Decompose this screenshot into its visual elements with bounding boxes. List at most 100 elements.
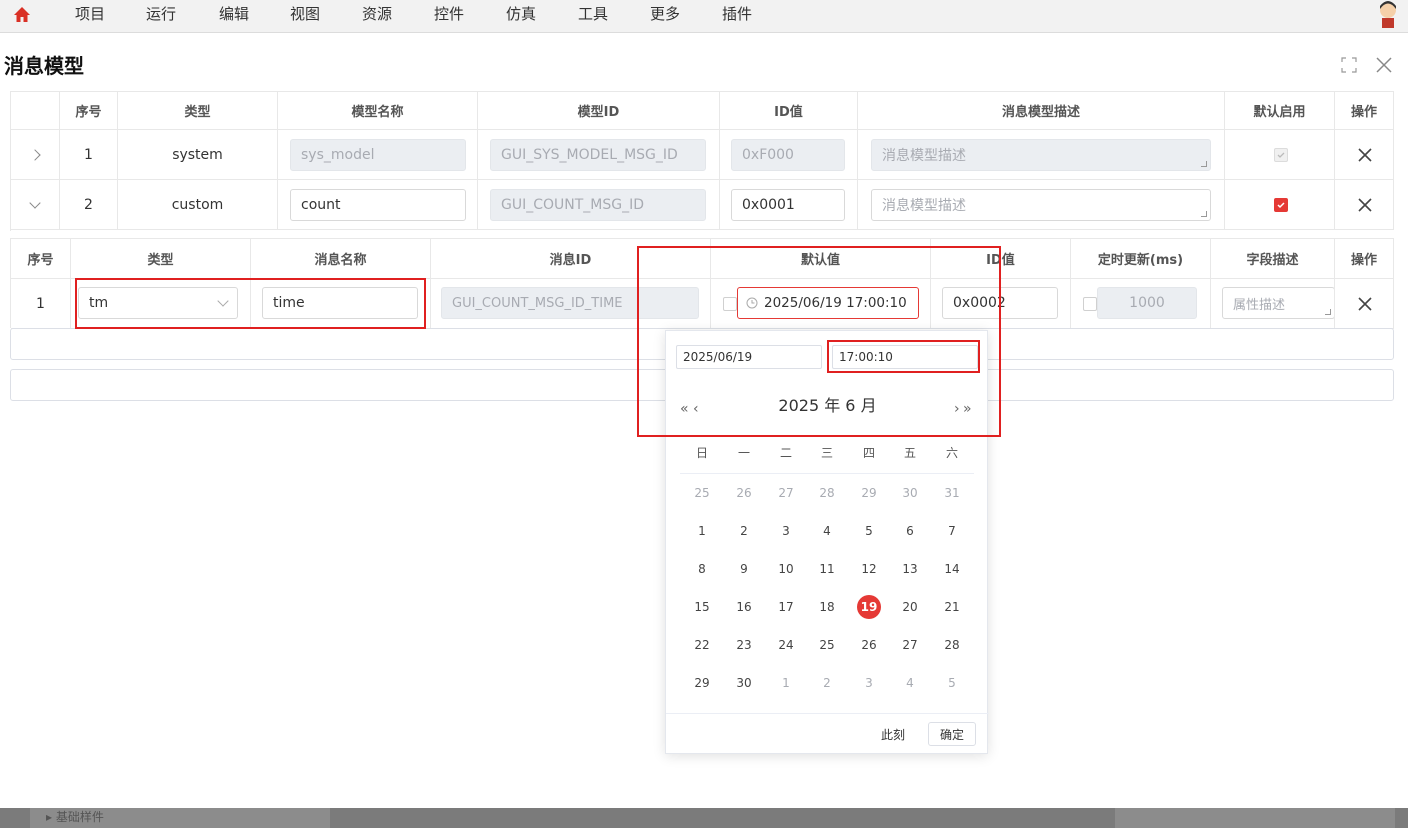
menu-item-tools[interactable]: 工具 [578,3,608,24]
calendar-day-other-month[interactable]: 31 [940,481,964,505]
check-icon [1277,152,1285,158]
avatar[interactable] [1376,0,1400,28]
calendar-day[interactable]: 26 [857,633,881,657]
calendar-day[interactable]: 30 [732,671,756,695]
calendar-day[interactable]: 18 [815,595,839,619]
datetime-input[interactable]: 2025/06/19 17:00:10 [737,287,919,319]
col-type: 类型 [118,92,278,130]
collapse-arrow-icon: ▸ [46,810,56,824]
calendar-day[interactable]: 27 [898,633,922,657]
field-description-textarea[interactable]: 属性描述 [1222,287,1334,319]
menu-item-project[interactable]: 项目 [75,3,105,24]
model-name-cell: sys_model [278,130,478,180]
message-name-input[interactable]: time [262,287,418,319]
id-value-input[interactable]: 0x0002 [942,287,1058,319]
description-textarea[interactable]: 消息模型描述 [871,189,1211,221]
calendar-day[interactable]: 17 [774,595,798,619]
calendar-day[interactable]: 13 [898,557,922,581]
menu-item-run[interactable]: 运行 [146,3,176,24]
weekday-label: 六 [945,446,958,460]
calendar-day[interactable]: 11 [815,557,839,581]
picker-month-title: 2025 年 6 月 [778,396,877,415]
calendar-day-selected[interactable]: 19 [857,595,881,619]
menu-item-view[interactable]: 视图 [290,3,320,24]
calendar-day-other-month[interactable]: 28 [815,481,839,505]
calendar-day[interactable]: 9 [732,557,756,581]
now-button[interactable]: 此刻 [881,726,905,743]
next-year-icon[interactable]: » [963,401,972,417]
col-default-value: 默认值 [711,239,931,279]
default-enabled-cell [1225,130,1335,180]
bottom-tab-label: 基础样件 [55,810,104,824]
calendar-day-other-month[interactable]: 26 [732,481,756,505]
weekday-label: 日 [695,446,708,460]
weekday-label: 二 [779,446,792,460]
delete-row-icon[interactable] [1357,197,1373,213]
menu-item-resource[interactable]: 资源 [362,3,392,24]
calendar-day[interactable]: 3 [774,519,798,543]
calendar-day[interactable]: 2 [732,519,756,543]
col-default-enabled: 默认启用 [1225,92,1335,130]
default-enabled-checkbox[interactable] [1274,198,1288,212]
type-select[interactable]: tm [78,287,238,319]
delete-field-icon[interactable] [1357,296,1373,312]
menu-item-edit[interactable]: 编辑 [219,3,249,24]
calendar-day[interactable]: 16 [732,595,756,619]
menu-item-simulation[interactable]: 仿真 [506,3,536,24]
calendar-day[interactable]: 25 [815,633,839,657]
col-id-value: ID值 [931,239,1071,279]
calendar-day-other-month[interactable]: 1 [774,671,798,695]
calendar-day[interactable]: 7 [940,519,964,543]
calendar-day-other-month[interactable]: 27 [774,481,798,505]
calendar-day[interactable]: 5 [857,519,881,543]
calendar-day-other-month[interactable]: 25 [690,481,714,505]
expand-toggle[interactable] [11,130,60,180]
col-timer: 定时更新(ms) [1071,239,1211,279]
id-value-input: 0xF000 [731,139,845,171]
calendar-day[interactable]: 14 [940,557,964,581]
calendar-day-other-month[interactable]: 2 [815,671,839,695]
timer-checkbox[interactable] [1083,297,1097,311]
calendar-day[interactable]: 24 [774,633,798,657]
weekday-divider [680,473,974,474]
resize-handle-icon [1325,309,1331,315]
calendar-day[interactable]: 22 [690,633,714,657]
calendar-day-other-month[interactable]: 5 [940,671,964,695]
menu-item-more[interactable]: 更多 [650,3,680,24]
home-icon[interactable] [12,5,32,25]
calendar-day[interactable]: 1 [690,519,714,543]
picker-time-input[interactable]: 17:00:10 [832,345,978,369]
row-index: 1 [60,130,118,180]
calendar-day[interactable]: 12 [857,557,881,581]
calendar-day[interactable]: 21 [940,595,964,619]
calendar-day[interactable]: 10 [774,557,798,581]
bottom-tab[interactable]: ▸ 基础样件 [30,808,330,828]
calendar-day-other-month[interactable]: 4 [898,671,922,695]
menu-item-plugins[interactable]: 插件 [722,3,752,24]
confirm-button[interactable]: 确定 [928,722,976,746]
calendar-day[interactable]: 20 [898,595,922,619]
expand-toggle[interactable] [11,180,60,230]
calendar-day[interactable]: 8 [690,557,714,581]
next-month-icon[interactable]: › [954,401,960,417]
delete-row-icon[interactable] [1357,147,1373,163]
picker-date-input[interactable]: 2025/06/19 [676,345,822,369]
fullscreen-icon[interactable] [1340,56,1358,74]
model-name-input[interactable]: count [290,189,466,221]
menu-item-widget[interactable]: 控件 [434,3,464,24]
calendar-day[interactable]: 28 [940,633,964,657]
message-name-cell: time [251,279,431,329]
calendar-day-other-month[interactable]: 29 [857,481,881,505]
close-icon[interactable] [1375,56,1393,74]
id-value-input[interactable]: 0x0001 [731,189,845,221]
calendar-day[interactable]: 4 [815,519,839,543]
calendar-day[interactable]: 15 [690,595,714,619]
calendar-day-other-month[interactable]: 30 [898,481,922,505]
default-value-checkbox[interactable] [723,297,737,311]
calendar-day[interactable]: 23 [732,633,756,657]
id-value-cell: 0x0002 [931,279,1071,329]
calendar-day-other-month[interactable]: 3 [857,671,881,695]
calendar-day[interactable]: 6 [898,519,922,543]
calendar-day[interactable]: 29 [690,671,714,695]
message-id-input: GUI_COUNT_MSG_ID_TIME [441,287,699,319]
